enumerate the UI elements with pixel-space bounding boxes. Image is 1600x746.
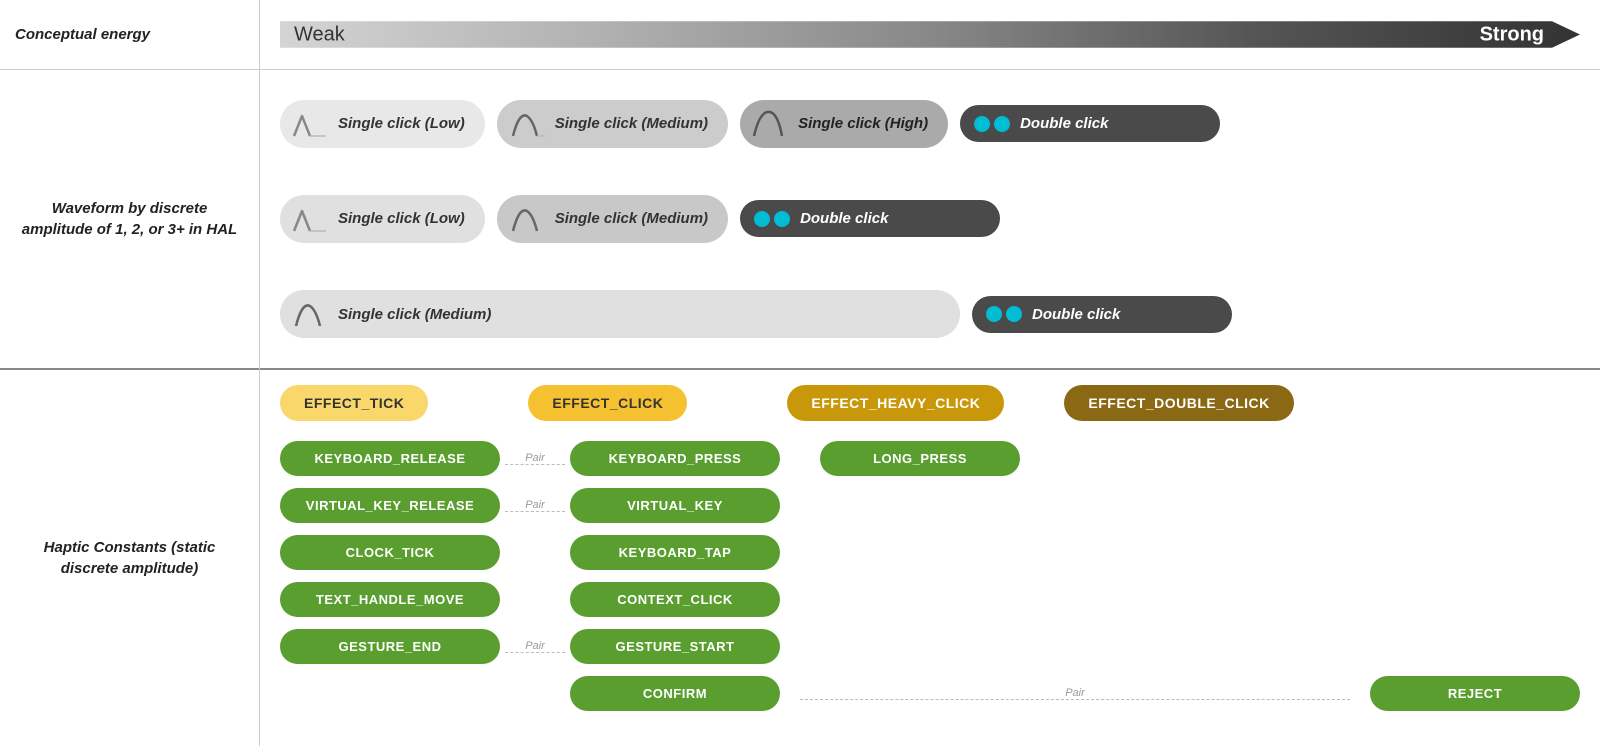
dot-2b bbox=[774, 211, 790, 227]
wf-label-medium-3: Single click (Medium) bbox=[338, 306, 491, 323]
waveform-row-2: Single click (Low) Single click (Medium) bbox=[280, 195, 1580, 243]
haptic-label: Haptic Constants (static discrete amplit… bbox=[15, 537, 244, 579]
wf-label-medium-2: Single click (Medium) bbox=[555, 210, 708, 227]
waveform-label: Waveform by discrete amplitude of 1, 2, … bbox=[15, 198, 244, 240]
medium-waveform-icon bbox=[509, 108, 545, 140]
wf-pill-medium-2[interactable]: Single click (Medium) bbox=[497, 195, 728, 243]
wf-pill-high-1[interactable]: Single click (High) bbox=[740, 100, 948, 148]
haptic-row-virtual-key: VIRTUAL_KEY_RELEASE Pair VIRTUAL_KEY bbox=[280, 488, 1580, 523]
pair-connector-confirm: Pair bbox=[780, 687, 1370, 700]
double-click-icon-3 bbox=[986, 306, 1022, 322]
effects-row: EFFECT_TICK EFFECT_CLICK EFFECT_HEAVY_CL… bbox=[280, 385, 1580, 421]
wf-pill-low-1[interactable]: Single click (Low) bbox=[280, 100, 485, 148]
wf-label-medium-1: Single click (Medium) bbox=[555, 115, 708, 132]
pair-connector-1: Pair bbox=[500, 452, 570, 465]
haptic-constants-grid: KEYBOARD_RELEASE Pair KEYBOARD_PRESS LON… bbox=[280, 441, 1580, 711]
haptic-row-clock: CLOCK_TICK KEYBOARD_TAP bbox=[280, 535, 1580, 570]
clock-tick-pill[interactable]: CLOCK_TICK bbox=[280, 535, 500, 570]
waveform-label-cell: Waveform by discrete amplitude of 1, 2, … bbox=[0, 70, 259, 370]
energy-arrow-shape bbox=[280, 13, 1580, 57]
haptic-label-cell: Haptic Constants (static discrete amplit… bbox=[0, 370, 259, 746]
wf-label-high-1: Single click (High) bbox=[798, 115, 928, 132]
pair-connector-3: Pair bbox=[500, 640, 570, 653]
conceptual-energy-label: Conceptual energy bbox=[15, 24, 150, 45]
wf-pill-double-3[interactable]: Double click bbox=[972, 296, 1232, 333]
reject-pill[interactable]: REJECT bbox=[1370, 676, 1580, 711]
haptic-row-gesture: GESTURE_END Pair GESTURE_START bbox=[280, 629, 1580, 664]
pair-label-3: Pair bbox=[525, 640, 545, 652]
left-labels: Conceptual energy Waveform by discrete a… bbox=[0, 0, 260, 746]
pair-line-3 bbox=[505, 652, 565, 653]
weak-label: Weak bbox=[294, 23, 345, 46]
wf-pill-medium-3[interactable]: Single click (Medium) bbox=[280, 290, 960, 338]
haptic-row-confirm: CONFIRM Pair REJECT bbox=[280, 676, 1580, 711]
haptic-row-keyboard: KEYBOARD_RELEASE Pair KEYBOARD_PRESS LON… bbox=[280, 441, 1580, 476]
right-content: Weak Strong Single click (Low) bbox=[260, 0, 1600, 746]
medium-waveform-icon-3 bbox=[292, 298, 328, 330]
keyboard-press-pill[interactable]: KEYBOARD_PRESS bbox=[570, 441, 780, 476]
wf-pill-double-1[interactable]: Double click bbox=[960, 105, 1220, 142]
waveform-row-3: Single click (Medium) Double click bbox=[280, 290, 1580, 338]
wf-label-low-1: Single click (Low) bbox=[338, 115, 465, 132]
context-click-pill[interactable]: CONTEXT_CLICK bbox=[570, 582, 780, 617]
wf-label-double-3: Double click bbox=[1032, 306, 1120, 323]
effect-click-pill[interactable]: EFFECT_CLICK bbox=[528, 385, 687, 421]
energy-row: Weak Strong bbox=[260, 0, 1600, 70]
effect-tick-pill[interactable]: EFFECT_TICK bbox=[280, 385, 428, 421]
energy-label-cell: Conceptual energy bbox=[0, 0, 259, 70]
wf-pill-double-2[interactable]: Double click bbox=[740, 200, 1000, 237]
effect-heavy-click-pill[interactable]: EFFECT_HEAVY_CLICK bbox=[787, 385, 1004, 421]
gesture-end-pill[interactable]: GESTURE_END bbox=[280, 629, 500, 664]
low-waveform-icon bbox=[292, 108, 328, 140]
haptic-row-text-handle: TEXT_HANDLE_MOVE CONTEXT_CLICK bbox=[280, 582, 1580, 617]
waveform-row-1: Single click (Low) Single click (Medium) bbox=[280, 100, 1580, 148]
keyboard-release-pill[interactable]: KEYBOARD_RELEASE bbox=[280, 441, 500, 476]
wf-pill-medium-1[interactable]: Single click (Medium) bbox=[497, 100, 728, 148]
waveform-section: Single click (Low) Single click (Medium) bbox=[260, 70, 1600, 370]
low-waveform-icon-2 bbox=[292, 203, 328, 235]
haptic-section: EFFECT_TICK EFFECT_CLICK EFFECT_HEAVY_CL… bbox=[260, 370, 1600, 746]
pair-connector-2: Pair bbox=[500, 499, 570, 512]
wf-label-double-2: Double click bbox=[800, 210, 888, 227]
pair-line-1 bbox=[505, 464, 565, 465]
confirm-pill[interactable]: CONFIRM bbox=[570, 676, 780, 711]
medium-waveform-icon-2 bbox=[509, 203, 545, 235]
effect-double-click-pill[interactable]: EFFECT_DOUBLE_CLICK bbox=[1064, 385, 1293, 421]
text-handle-move-pill[interactable]: TEXT_HANDLE_MOVE bbox=[280, 582, 500, 617]
dot-2a bbox=[754, 211, 770, 227]
keyboard-tap-pill[interactable]: KEYBOARD_TAP bbox=[570, 535, 780, 570]
dot-3b bbox=[1006, 306, 1022, 322]
wf-label-double-1: Double click bbox=[1020, 115, 1108, 132]
pair-label-2: Pair bbox=[525, 499, 545, 511]
virtual-key-pill[interactable]: VIRTUAL_KEY bbox=[570, 488, 780, 523]
dot-3a bbox=[986, 306, 1002, 322]
long-press-pill[interactable]: LONG_PRESS bbox=[820, 441, 1020, 476]
wf-label-low-2: Single click (Low) bbox=[338, 210, 465, 227]
gesture-start-pill[interactable]: GESTURE_START bbox=[570, 629, 780, 664]
virtual-key-release-pill[interactable]: VIRTUAL_KEY_RELEASE bbox=[280, 488, 500, 523]
high-waveform-icon bbox=[752, 108, 788, 140]
wf-pill-low-2[interactable]: Single click (Low) bbox=[280, 195, 485, 243]
energy-bar: Weak Strong bbox=[280, 13, 1580, 57]
pair-label-confirm: Pair bbox=[1065, 687, 1085, 699]
pair-line-confirm bbox=[800, 699, 1350, 700]
dot-1a bbox=[974, 116, 990, 132]
double-click-icon-2 bbox=[754, 211, 790, 227]
strong-label: Strong bbox=[1480, 23, 1544, 46]
pair-line-2 bbox=[505, 511, 565, 512]
pair-label-1: Pair bbox=[525, 452, 545, 464]
double-click-icon-1 bbox=[974, 116, 1010, 132]
dot-1b bbox=[994, 116, 1010, 132]
main-container: Conceptual energy Waveform by discrete a… bbox=[0, 0, 1600, 746]
